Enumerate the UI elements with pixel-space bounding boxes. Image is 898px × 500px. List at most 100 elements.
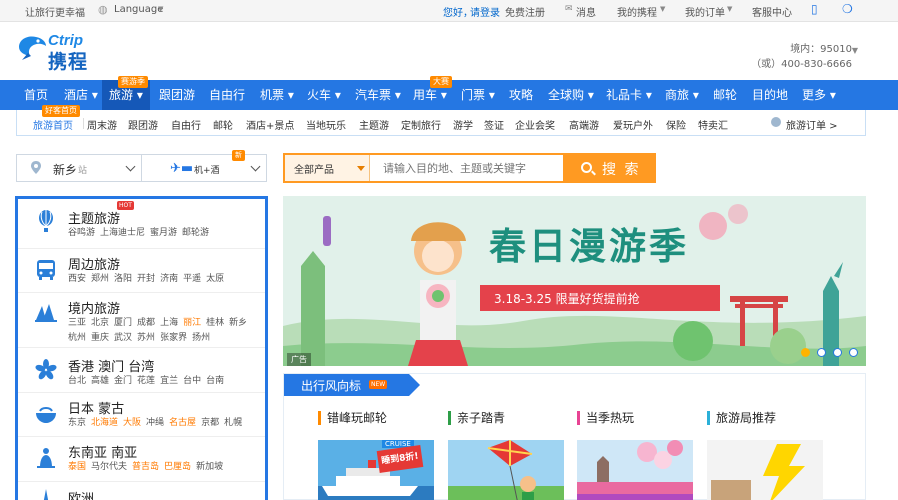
destination-link[interactable]: 蜜月游 [150, 228, 177, 238]
subnav-item[interactable]: 游学 [453, 117, 473, 132]
register-link[interactable]: 免费注册 [505, 4, 545, 19]
destination-link[interactable]: 扬州 [192, 333, 210, 343]
category-item-domestic[interactable]: 境内旅游 三亚 北京 厦门 成都 上海 丽江 桂林 新乡杭州 重庆 武汉 苏州 张家界 扬州 [18, 293, 265, 348]
subnav-item[interactable]: 自由行 [171, 117, 201, 132]
destination-link[interactable]: 洛阳 [114, 274, 132, 284]
nav-item-group-tour[interactable]: 跟团游 [159, 80, 195, 110]
nav-item-tickets[interactable]: 门票 ▾ [461, 80, 495, 110]
destination-link[interactable]: 北京 [91, 318, 109, 328]
nav-item-train[interactable]: 火车 ▾ [307, 80, 341, 110]
destination-link[interactable]: 宜兰 [160, 376, 178, 386]
destination-link[interactable]: 上海迪士尼 [100, 228, 145, 238]
nav-item-business[interactable]: 商旅 ▾ [665, 80, 699, 110]
category-item-southeast-asia[interactable]: 东南亚 南亚 泰国 马尔代夫 普吉岛 巴厘岛 新加坡 [18, 437, 265, 482]
destination-link[interactable]: 丽江 [183, 318, 201, 328]
carousel-dot[interactable] [801, 348, 810, 357]
destination-link[interactable]: 太原 [206, 274, 224, 284]
logo-cn[interactable]: 携程 [48, 47, 88, 74]
nav-item-more[interactable]: 更多 ▾ [802, 80, 836, 110]
subnav-item[interactable]: 定制旅行 [401, 117, 441, 132]
destination-link[interactable]: 台北 [68, 376, 86, 386]
destination-link[interactable]: 张家界 [160, 333, 187, 343]
destination-link[interactable]: 苏州 [137, 333, 155, 343]
destination-link[interactable]: 冲绳 [146, 418, 164, 428]
destination-link[interactable]: 东京 [68, 418, 86, 428]
transport-type-select[interactable]: ✈▬ 机+酒 [142, 154, 267, 182]
category-item-hk-macau-tw[interactable]: 香港 澳门 台湾 台北 高雄 金门 花莲 宜兰 台中 台南 [18, 348, 265, 393]
subnav-item[interactable]: 周末游 [87, 117, 117, 132]
destination-link[interactable]: 三亚 [68, 318, 86, 328]
chevron-down-icon[interactable]: ▼ [852, 46, 858, 55]
nav-item-flights[interactable]: 机票 ▾ [260, 80, 294, 110]
nav-item-bus[interactable]: 汽车票 ▾ [355, 80, 401, 110]
destination-link[interactable]: 名古屋 [169, 418, 196, 428]
destination-link[interactable]: 开封 [137, 274, 155, 284]
destination-link[interactable]: 郑州 [91, 274, 109, 284]
nav-item-cruise[interactable]: 邮轮 [713, 80, 737, 110]
destination-link[interactable]: 京都 [201, 418, 219, 428]
my-ctrip-menu[interactable]: 我的携程 [617, 4, 657, 19]
destination-link[interactable]: 邮轮游 [182, 228, 209, 238]
carousel-dot[interactable] [817, 348, 826, 357]
nav-item-global-shop[interactable]: 全球购 ▾ [548, 80, 594, 110]
destination-link[interactable]: 马尔代夫 [91, 462, 127, 472]
category-item-theme[interactable]: 主题旅游 谷鸣游 上海迪士尼 蜜月游 邮轮游 [18, 199, 265, 249]
category-item-japan-mongolia[interactable]: 日本 蒙古 东京 北海道 大阪 冲绳 名古屋 京都 札幌 [18, 393, 265, 437]
destination-link[interactable]: 台南 [206, 376, 224, 386]
subnav-item[interactable]: 特卖汇 [698, 117, 728, 132]
departure-city-select[interactable]: 新乡 站 [16, 154, 142, 182]
destination-link[interactable]: 普吉岛 [132, 462, 159, 472]
subnav-item[interactable]: 旅游首页 [33, 117, 73, 132]
destination-link[interactable]: 札幌 [224, 418, 242, 428]
search-button[interactable]: 搜 索 [563, 155, 654, 181]
nav-item-destination[interactable]: 目的地 [752, 80, 788, 110]
login-link[interactable]: 请登录 [470, 4, 500, 19]
globe-icon[interactable]: ◍ [98, 3, 108, 16]
subnav-item[interactable]: 当地玩乐 [306, 117, 346, 132]
language-selector[interactable]: Language [114, 4, 163, 15]
destination-link[interactable]: 大阪 [123, 418, 141, 428]
search-input[interactable] [371, 155, 563, 181]
wechat-icon[interactable]: ❍ [842, 2, 853, 16]
destination-link[interactable]: 济南 [160, 274, 178, 284]
destination-link[interactable]: 上海 [160, 318, 178, 328]
nav-item-free-travel[interactable]: 自由行 [209, 80, 245, 110]
destination-link[interactable]: 武汉 [114, 333, 132, 343]
subnav-item[interactable]: 酒店+景点 [246, 117, 294, 132]
destination-link[interactable]: 谷鸣游 [68, 228, 95, 238]
carousel-dot[interactable] [849, 348, 858, 357]
subnav-item[interactable]: 企业会奖 [515, 117, 555, 132]
destination-link[interactable]: 桂林 [206, 318, 224, 328]
destination-link[interactable]: 杭州 [68, 333, 86, 343]
nav-item-guides[interactable]: 攻略 [509, 80, 533, 110]
category-item-nearby[interactable]: 周边旅游 西安 郑州 洛阳 开封 济南 平遥 太原 [18, 249, 265, 293]
nav-item-gift-card[interactable]: 礼品卡 ▾ [606, 80, 652, 110]
travel-orders-link[interactable]: 旅游订单 > [786, 117, 838, 132]
messages-link[interactable]: 消息 [576, 4, 596, 19]
category-item-europe[interactable]: 欧洲 [18, 482, 265, 500]
destination-link[interactable]: 北海道 [91, 418, 118, 428]
destination-link[interactable]: 泰国 [68, 462, 86, 472]
destination-link[interactable]: 花莲 [137, 376, 155, 386]
subnav-item[interactable]: 主题游 [359, 117, 389, 132]
subnav-item[interactable]: 跟团游 [128, 117, 158, 132]
destination-link[interactable]: 新加坡 [196, 462, 223, 472]
destination-link[interactable]: 高雄 [91, 376, 109, 386]
subnav-item[interactable]: 邮轮 [213, 117, 233, 132]
subnav-item[interactable]: 保险 [666, 117, 686, 132]
destination-link[interactable]: 重庆 [91, 333, 109, 343]
destination-link[interactable]: 厦门 [114, 318, 132, 328]
subnav-item[interactable]: 爱玩户外 [613, 117, 653, 132]
destination-link[interactable]: 平遥 [183, 274, 201, 284]
destination-link[interactable]: 成都 [137, 318, 155, 328]
destination-link[interactable]: 金门 [114, 376, 132, 386]
destination-link[interactable]: 新乡 [229, 318, 247, 328]
carousel-dot[interactable] [833, 348, 842, 357]
my-orders-menu[interactable]: 我的订单 [685, 4, 725, 19]
subnav-item[interactable]: 签证 [484, 117, 504, 132]
search-category-select[interactable]: 全部产品 [285, 155, 370, 181]
subnav-item[interactable]: 高端游 [569, 117, 599, 132]
customer-service-link[interactable]: 客服中心 [752, 4, 792, 19]
mobile-icon[interactable]: ▯ [811, 2, 818, 16]
destination-link[interactable]: 西安 [68, 274, 86, 284]
